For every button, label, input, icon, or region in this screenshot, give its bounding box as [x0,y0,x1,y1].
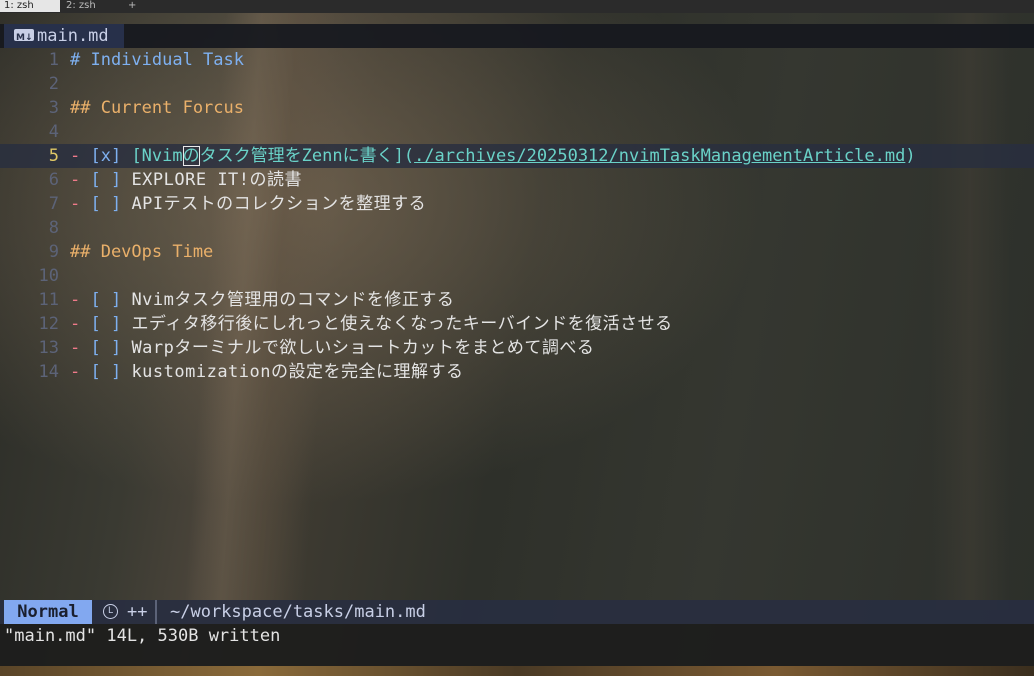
text-segment: タスク管理をZennに書く] [199,146,404,166]
buffer-tab-label: main.md [37,26,109,46]
editor-line[interactable]: 9 ## DevOps Time [0,240,1034,264]
line-number: 4 [48,122,59,142]
line-number: 9 [48,242,59,262]
editor-line[interactable]: 2 [0,72,1034,96]
line-content: - [ ] kustomizationの設定を完全に理解する [70,360,464,384]
line-content: ## Current Forcus [70,96,244,120]
text-segment: EXPLORE IT!の読書 [131,170,303,190]
text-segment: [ ] [90,290,132,310]
text-segment: kustomizationの設定を完全に理解する [131,362,464,382]
text-segment: - [70,338,91,358]
line-content: - [ ] EXPLORE IT!の読書 [70,168,302,192]
statusline-separator [155,600,157,624]
line-number: 7 [48,194,59,214]
text-segment: [Nvim [131,146,183,166]
line-content: - [x] [Nvimのタスク管理をZennに書く](./archives/20… [70,144,916,168]
text-segment: ## Current Forcus [70,98,244,118]
line-number: 12 [38,314,59,334]
line-content: - [ ] エディタ移行後にしれっと使えなくなったキーバインドを復活させる [70,312,673,336]
bufferline: main.md [0,24,1034,50]
text-segment: [ ] [90,314,132,334]
line-content: ## DevOps Time [70,240,213,264]
editor-line[interactable]: 8 [0,216,1034,240]
tmux-add-tab-button[interactable]: + [124,0,140,12]
text-segment: Warpターミナルで欲しいショートカットをまとめて調べる [131,338,595,358]
line-number: 8 [48,218,59,238]
modified-indicator: ++ [127,602,148,622]
line-content: # Individual Task [70,48,244,72]
text-segment: [x] [90,146,132,166]
text-segment: - [70,290,91,310]
editor-pane[interactable]: 1 # Individual Task 2 3 ## Current Forcus 4 5-… [0,48,1034,600]
text-segment: # Individual Task [70,50,244,70]
line-content: - [ ] Warpターミナルで欲しいショートカットをまとめて調べる [70,336,594,360]
line-number: 14 [38,362,59,382]
command-line-message: "main.md" 14L, 530B written [4,626,281,646]
markdown-icon [14,26,34,50]
text-segment: ./archives/20250312/nvimTaskManagementAr… [414,146,906,166]
text-segment: - [70,170,91,190]
line-content: - [ ] Nvimタスク管理用のコマンドを修正する [70,288,454,312]
editor-line[interactable]: 14- [ ] kustomizationの設定を完全に理解する [0,360,1034,384]
buffer-tab-main-md[interactable]: main.md [4,24,124,50]
tmux-tab-1[interactable]: 1: zsh [0,0,60,12]
line-number: 5 [48,146,59,166]
text-segment: [ ] [90,338,132,358]
text-segment: エディタ移行後にしれっと使えなくなったキーバインドを復活させる [131,314,673,334]
editor-line[interactable]: 6- [ ] EXPLORE IT!の読書 [0,168,1034,192]
line-number: 10 [38,266,59,286]
tmux-tab-2[interactable]: 2: zsh [62,0,100,12]
editor-line[interactable]: 4 [0,120,1034,144]
mode-indicator: Normal [4,600,92,624]
line-number: 11 [38,290,59,310]
editor-line-current[interactable]: 5- [x] [Nvimのタスク管理をZennに書く](./archives/2… [0,144,1034,168]
line-number: 6 [48,170,59,190]
line-number: 2 [48,74,59,94]
text-segment: APIテストのコレクションを整理する [131,194,427,214]
line-content: - [ ] APIテストのコレクションを整理する [70,192,426,216]
editor-line[interactable]: 10 [0,264,1034,288]
editor-line[interactable]: 12- [ ] エディタ移行後にしれっと使えなくなったキーバインドを復活させる [0,312,1034,336]
editor-line[interactable]: 11- [ ] Nvimタスク管理用のコマンドを修正する [0,288,1034,312]
editor-line[interactable]: 7- [ ] APIテストのコレクションを整理する [0,192,1034,216]
command-line[interactable]: "main.md" 14L, 530B written [0,624,1034,666]
text-segment: - [70,146,91,166]
text-segment: ## DevOps Time [70,242,214,262]
text-segment: - [70,194,91,214]
text-segment: の [182,146,200,166]
file-path: ~/workspace/tasks/main.md [170,602,426,622]
line-number: 3 [48,98,59,118]
line-number: 1 [48,50,59,70]
tmux-status-bar: 1: zsh 2: zsh + [0,0,1034,13]
text-segment: ) [905,146,916,166]
text-segment: [ ] [90,194,132,214]
background-strip [0,666,1034,676]
editor-line[interactable]: 3 ## Current Forcus [0,96,1034,120]
text-segment: - [70,314,91,334]
text-segment: [ ] [90,170,132,190]
editor-line[interactable]: 13- [ ] Warpターミナルで欲しいショートカットをまとめて調べる [0,336,1034,360]
statusline: Normal L ++ ~/workspace/tasks/main.md [0,600,1034,624]
lsp-status-icon: L [103,604,118,619]
editor-line[interactable]: 1 # Individual Task [0,48,1034,72]
line-number: 13 [38,338,59,358]
text-segment: ( [403,146,415,166]
text-segment: Nvimタスク管理用のコマンドを修正する [131,290,455,310]
text-segment: [ ] [90,362,132,382]
text-segment: - [70,362,91,382]
